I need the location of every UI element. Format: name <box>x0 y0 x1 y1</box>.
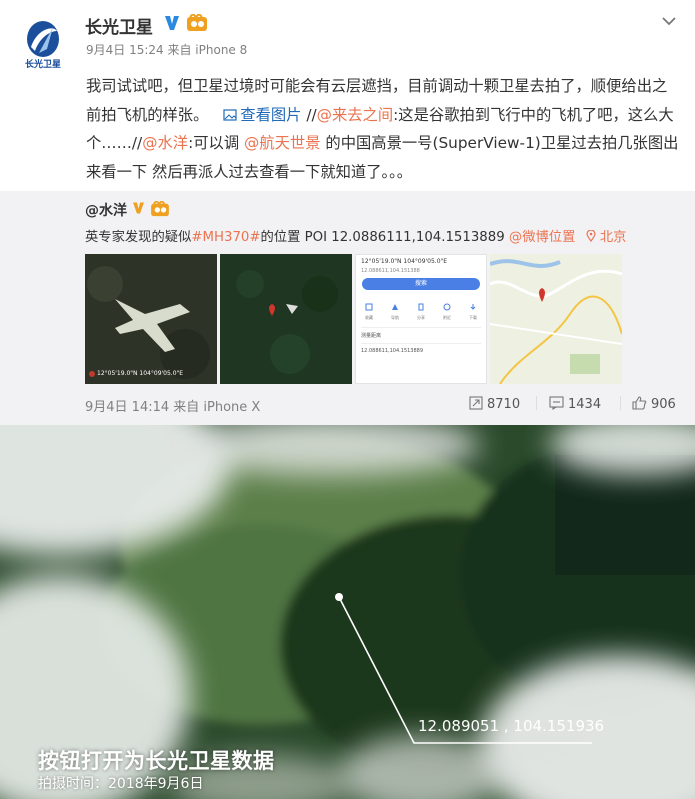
map-action[interactable]: 分享 <box>417 296 425 321</box>
map-action[interactable]: 附近 <box>443 296 451 321</box>
thumbnail-map-app[interactable]: 12°05'19.0"N 104°09'05.0"E 12.088611,104… <box>355 254 487 384</box>
mention-link[interactable]: @水洋 <box>142 134 188 152</box>
map-row-label: 测量距离 <box>361 327 481 339</box>
post-body: 我司试试吧，但卫星过境时可能会有云层遮挡，目前调动十颗卫星去拍了，顺便给出之前拍… <box>86 72 681 186</box>
capture-date: 拍摄时间：2018年9月6日 <box>38 776 204 792</box>
view-images-label[interactable]: 查看图片 <box>240 106 301 124</box>
post-text-segment: :可以调 <box>188 134 245 153</box>
map-action-label: 分享 <box>417 315 425 320</box>
vip-member-icon[interactable] <box>149 201 171 217</box>
like-count-button[interactable]: 906 <box>632 396 676 412</box>
post-meta: 9月4日 15:24 来自 iPhone 8 <box>86 43 248 57</box>
satellite-terrain <box>0 425 695 799</box>
repost-text-segment: 的位置 POI 12.0886111,104.1513889 <box>260 230 509 245</box>
divider <box>620 396 621 410</box>
like-count: 906 <box>651 397 676 412</box>
mention-link[interactable]: @航天世景 <box>244 134 321 152</box>
repost-meta: 9月4日 14:14 来自 iPhone X <box>85 400 261 415</box>
thumbnail-satellite-map[interactable] <box>220 254 352 384</box>
comment-count: 1434 <box>568 397 602 412</box>
thumbnail-road-map[interactable] <box>490 254 622 384</box>
coordinate-readout: 12.089051 , 104.151936 <box>418 717 605 735</box>
map-action-label: 附近 <box>443 315 451 320</box>
location-link[interactable]: 北京 <box>586 229 627 245</box>
repost-text-segment: 英专家发现的疑似 <box>85 230 192 245</box>
vip-member-icon[interactable] <box>186 14 208 32</box>
satellite-image: 12.089051 , 104.151936 按钮打开为长光卫星数据 拍摄时间：… <box>0 425 695 799</box>
map-action[interactable]: 导航 <box>391 296 399 321</box>
chevron-down-icon[interactable] <box>660 14 678 28</box>
author-avatar[interactable]: 长光卫星 <box>19 19 67 71</box>
image-caption: 按钮打开为长光卫星数据 <box>38 749 275 773</box>
comment-icon <box>549 396 564 411</box>
map-action[interactable]: 下载 <box>469 296 477 321</box>
repost-author[interactable]: @水洋 <box>85 200 127 220</box>
thumbnail-coords: 12°05'19.0"N 104°09'05.0"E <box>97 370 184 377</box>
repost-count-button[interactable]: 8710 <box>469 396 520 412</box>
thumbnail-plane-photo[interactable]: 12°05'19.0"N 104°09'05.0"E <box>85 254 217 384</box>
mention-link[interactable]: @来去之间 <box>317 106 394 124</box>
map-action-icons: 收藏 导航 分享 附近 下载 <box>356 296 486 321</box>
post-text-segment: // <box>306 105 317 124</box>
repost-body: 英专家发现的疑似#MH370#的位置 POI 12.0886111,104.15… <box>85 226 626 245</box>
weibo-post: 长光卫星 长光卫星 9月4日 15:24 来自 iPhone 8 我司试试吧，但… <box>0 0 695 425</box>
avatar-logo-text: 长光卫星 <box>24 60 61 70</box>
hashtag-link[interactable]: #MH370# <box>191 230 260 245</box>
map-search-button[interactable]: 搜索 <box>362 278 480 290</box>
map-action-label: 导航 <box>391 315 399 320</box>
divider <box>536 396 537 410</box>
share-icon <box>469 396 483 410</box>
verified-icon <box>133 202 144 214</box>
location-label[interactable]: 北京 <box>600 230 627 245</box>
map-action-label: 下载 <box>469 315 477 320</box>
image-icon <box>223 108 237 121</box>
map-action-label: 收藏 <box>365 315 373 320</box>
location-pin-icon <box>586 229 596 243</box>
view-images-link[interactable]: 查看图片 <box>213 106 306 124</box>
comment-count-button[interactable]: 1434 <box>549 396 601 412</box>
verified-icon <box>165 16 179 30</box>
map-row-value: 12.088611,104.1513889 <box>361 343 481 354</box>
map-coords: 12°05'19.0"N 104°09'05.0"E <box>361 258 448 265</box>
repost-count: 8710 <box>487 397 521 412</box>
repost-card[interactable]: @水洋 英专家发现的疑似#MH370#的位置 POI 12.0886111,10… <box>0 191 695 425</box>
location-mention-link[interactable]: @微博位置 <box>509 230 575 245</box>
map-action[interactable]: 收藏 <box>365 296 373 321</box>
author-name[interactable]: 长光卫星 <box>85 13 153 38</box>
map-coords-decimal: 12.088611,104.151388 <box>361 268 420 274</box>
thumbs-up-icon <box>632 396 647 410</box>
